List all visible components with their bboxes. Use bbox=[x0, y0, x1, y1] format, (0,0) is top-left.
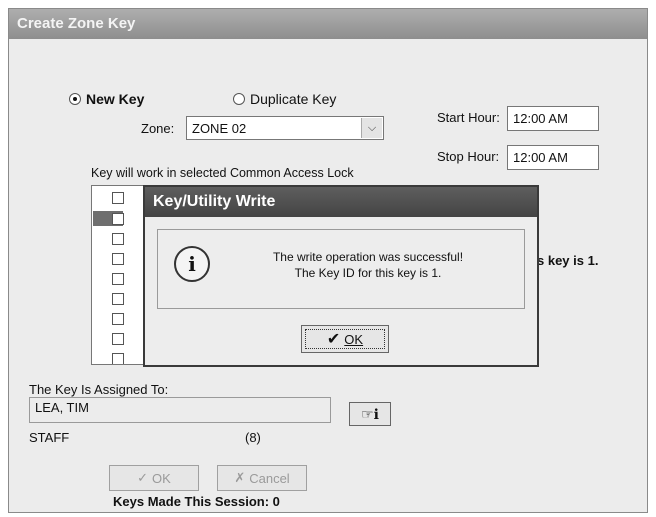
pointing-hand-icon: ☞ℹ bbox=[361, 405, 379, 422]
radio-selected-icon bbox=[69, 93, 81, 105]
ok-button[interactable]: ✓ OK bbox=[109, 465, 199, 491]
duplicate-key-radio[interactable]: Duplicate Key bbox=[233, 91, 336, 107]
dialog-title: Key/Utility Write bbox=[145, 187, 537, 217]
dialog-ok-button[interactable]: ✔ OK bbox=[301, 325, 389, 353]
lock-checkbox[interactable] bbox=[112, 192, 124, 204]
stop-hour-input[interactable]: 12:00 AM bbox=[507, 145, 599, 170]
zone-value: ZONE 02 bbox=[192, 120, 247, 136]
lock-checkbox[interactable] bbox=[112, 313, 124, 325]
assigned-count: (8) bbox=[245, 430, 261, 445]
lock-checkbox[interactable] bbox=[112, 213, 124, 225]
lock-checkbox[interactable] bbox=[112, 353, 124, 364]
new-key-radio[interactable]: New Key bbox=[69, 91, 144, 107]
lock-checkbox[interactable] bbox=[112, 273, 124, 285]
lock-checkbox[interactable] bbox=[112, 253, 124, 265]
key-utility-write-dialog: Key/Utility Write i The write operation … bbox=[143, 185, 539, 367]
session-count: Keys Made This Session: 0 bbox=[113, 494, 280, 509]
assigned-name: LEA, TIM bbox=[35, 400, 89, 415]
dialog-message-line1: The write operation was successful! bbox=[272, 250, 464, 264]
info-icon: i bbox=[174, 246, 210, 282]
window-title: Create Zone Key bbox=[9, 9, 647, 39]
radio-unselected-icon bbox=[233, 93, 245, 105]
start-hour-input[interactable]: 12:00 AM bbox=[507, 106, 599, 131]
select-user-button[interactable]: ☞ℹ bbox=[349, 402, 391, 426]
assigned-group: STAFF bbox=[29, 430, 70, 445]
check-icon: ✓ bbox=[137, 470, 149, 485]
start-hour-value: 12:00 AM bbox=[513, 111, 568, 126]
zone-select[interactable]: ZONE 02 ⌵ bbox=[186, 116, 384, 140]
start-hour-label: Start Hour: bbox=[437, 110, 500, 125]
assigned-name-field: LEA, TIM bbox=[29, 397, 331, 423]
create-zone-key-window: Create Zone Key New Key Duplicate Key Zo… bbox=[8, 8, 648, 513]
lock-checkbox[interactable] bbox=[112, 233, 124, 245]
locks-label: Key will work in selected Common Access … bbox=[91, 166, 354, 180]
stop-hour-label: Stop Hour: bbox=[437, 149, 500, 164]
new-key-label: New Key bbox=[86, 91, 145, 107]
zone-label: Zone: bbox=[141, 121, 175, 136]
lock-checkbox[interactable] bbox=[112, 293, 124, 305]
cancel-x-icon: ✗ bbox=[234, 470, 246, 485]
dialog-message-line2: The Key ID for this key is 1. bbox=[294, 266, 442, 280]
duplicate-key-label: Duplicate Key bbox=[250, 91, 337, 107]
assigned-label: The Key Is Assigned To: bbox=[29, 382, 169, 397]
stop-hour-value: 12:00 AM bbox=[513, 150, 568, 165]
partial-key-id-text: s key is 1. bbox=[537, 253, 599, 268]
lock-checkbox[interactable] bbox=[112, 333, 124, 345]
dialog-message-panel: i The write operation was successful! Th… bbox=[157, 229, 525, 309]
chevron-down-icon[interactable]: ⌵ bbox=[361, 118, 382, 138]
cancel-button[interactable]: ✗ Cancel bbox=[217, 465, 307, 491]
check-icon: ✔ bbox=[326, 331, 341, 348]
